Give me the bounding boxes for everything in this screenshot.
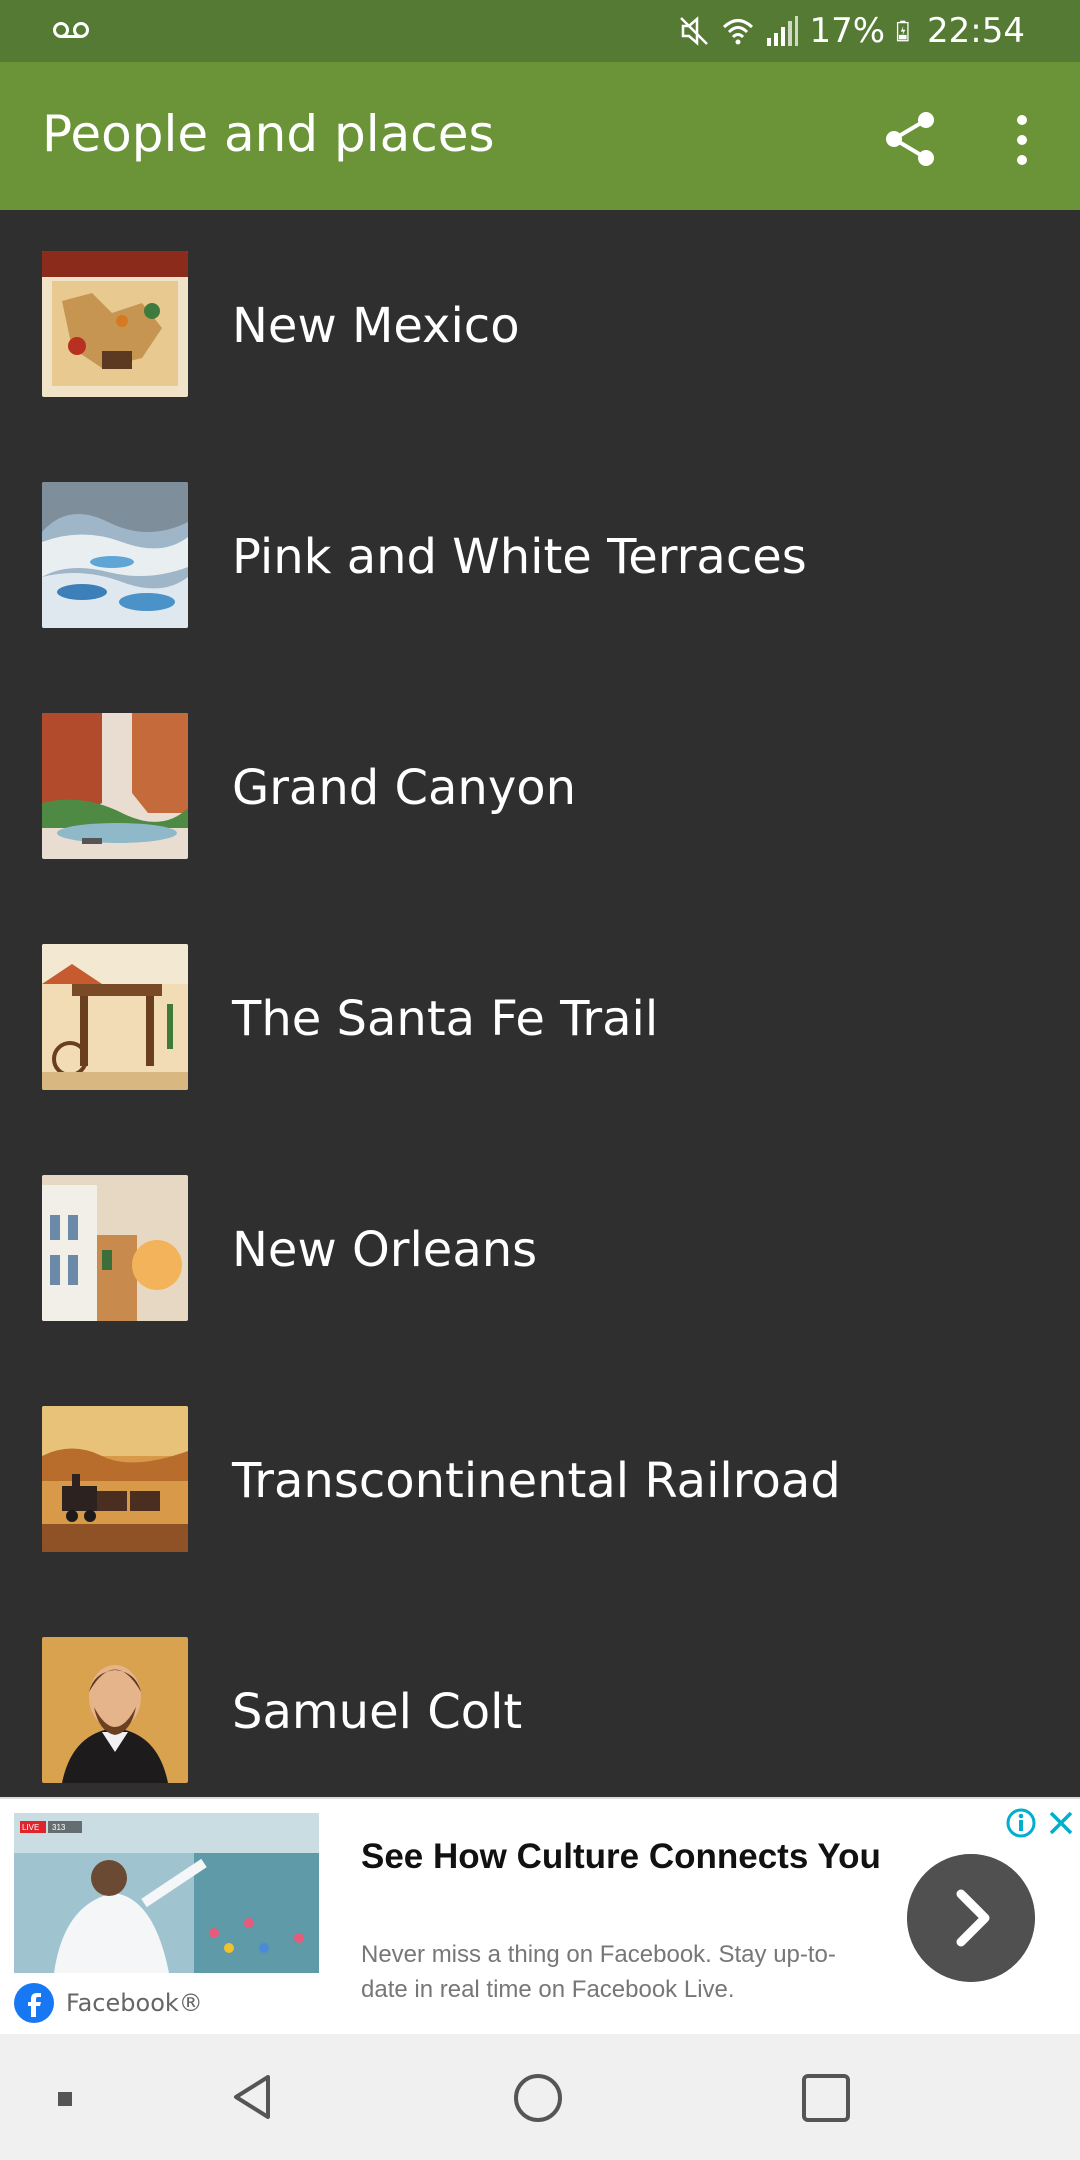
home-icon[interactable]	[512, 2072, 564, 2124]
voicemail-icon	[53, 22, 89, 38]
ad-next-button[interactable]	[907, 1854, 1035, 1982]
list-item-label: Grand Canyon	[232, 759, 577, 816]
new-orleans-thumbnail	[42, 1175, 188, 1321]
signal-icon	[767, 16, 799, 46]
pink-white-terraces-thumbnail	[42, 482, 188, 628]
ad-banner[interactable]: LIVE 313 Facebook® See How Culture Conne…	[0, 1797, 1080, 2035]
places-list: New Mexico Pink and White Terraces Grand…	[0, 210, 1080, 1827]
list-item-label: New Mexico	[232, 297, 520, 354]
live-badge: LIVE	[22, 1823, 39, 1832]
ad-choices-icon[interactable]	[1005, 1807, 1037, 1839]
viewer-count: 313	[52, 1823, 66, 1832]
grand-canyon-thumbnail	[42, 713, 188, 859]
back-icon[interactable]	[228, 2072, 278, 2122]
share-icon[interactable]	[880, 108, 942, 170]
ad-brand: Facebook®	[14, 1983, 203, 2023]
facebook-icon	[14, 1983, 54, 2023]
battery-charging-icon	[896, 20, 909, 42]
ad-title[interactable]: See How Culture Connects You	[361, 1829, 881, 1884]
list-item-label: The Santa Fe Trail	[232, 990, 659, 1047]
samuel-colt-thumbnail	[42, 1637, 188, 1783]
list-item[interactable]: New Orleans	[0, 1134, 1080, 1365]
navigation-bar	[0, 2034, 1080, 2160]
overview-icon[interactable]	[800, 2072, 852, 2124]
list-item-label: Samuel Colt	[232, 1683, 523, 1740]
clock: 22:54	[927, 11, 1025, 51]
list-item[interactable]: Samuel Colt	[0, 1596, 1080, 1827]
new-mexico-thumbnail	[42, 251, 188, 397]
list-item[interactable]: The Santa Fe Trail	[0, 903, 1080, 1134]
ad-image[interactable]: LIVE 313	[14, 1813, 319, 1973]
wifi-icon	[723, 19, 754, 45]
app-bar: People and places	[0, 62, 1080, 210]
list-item[interactable]: Transcontinental Railroad	[0, 1365, 1080, 1596]
ad-close-icon[interactable]	[1045, 1807, 1077, 1839]
battery-percent: 17%	[809, 11, 886, 51]
list-item[interactable]: New Mexico	[0, 210, 1080, 441]
recent-dot-icon[interactable]	[56, 2090, 74, 2108]
ad-brand-label: Facebook®	[66, 1989, 203, 2017]
list-item-label: New Orleans	[232, 1221, 538, 1278]
list-item-label: Pink and White Terraces	[232, 528, 807, 585]
list-item[interactable]: Pink and White Terraces	[0, 441, 1080, 672]
santa-fe-trail-thumbnail	[42, 944, 188, 1090]
list-item-label: Transcontinental Railroad	[232, 1452, 841, 1509]
transcontinental-railroad-thumbnail	[42, 1406, 188, 1552]
status-bar: 17% 22:54	[0, 0, 1080, 62]
more-vert-icon[interactable]	[1002, 110, 1042, 170]
page-title: People and places	[42, 105, 495, 163]
list-item[interactable]: Grand Canyon	[0, 672, 1080, 903]
mute-icon	[680, 16, 709, 46]
ad-description: Never miss a thing on Facebook. Stay up-…	[361, 1941, 836, 2003]
